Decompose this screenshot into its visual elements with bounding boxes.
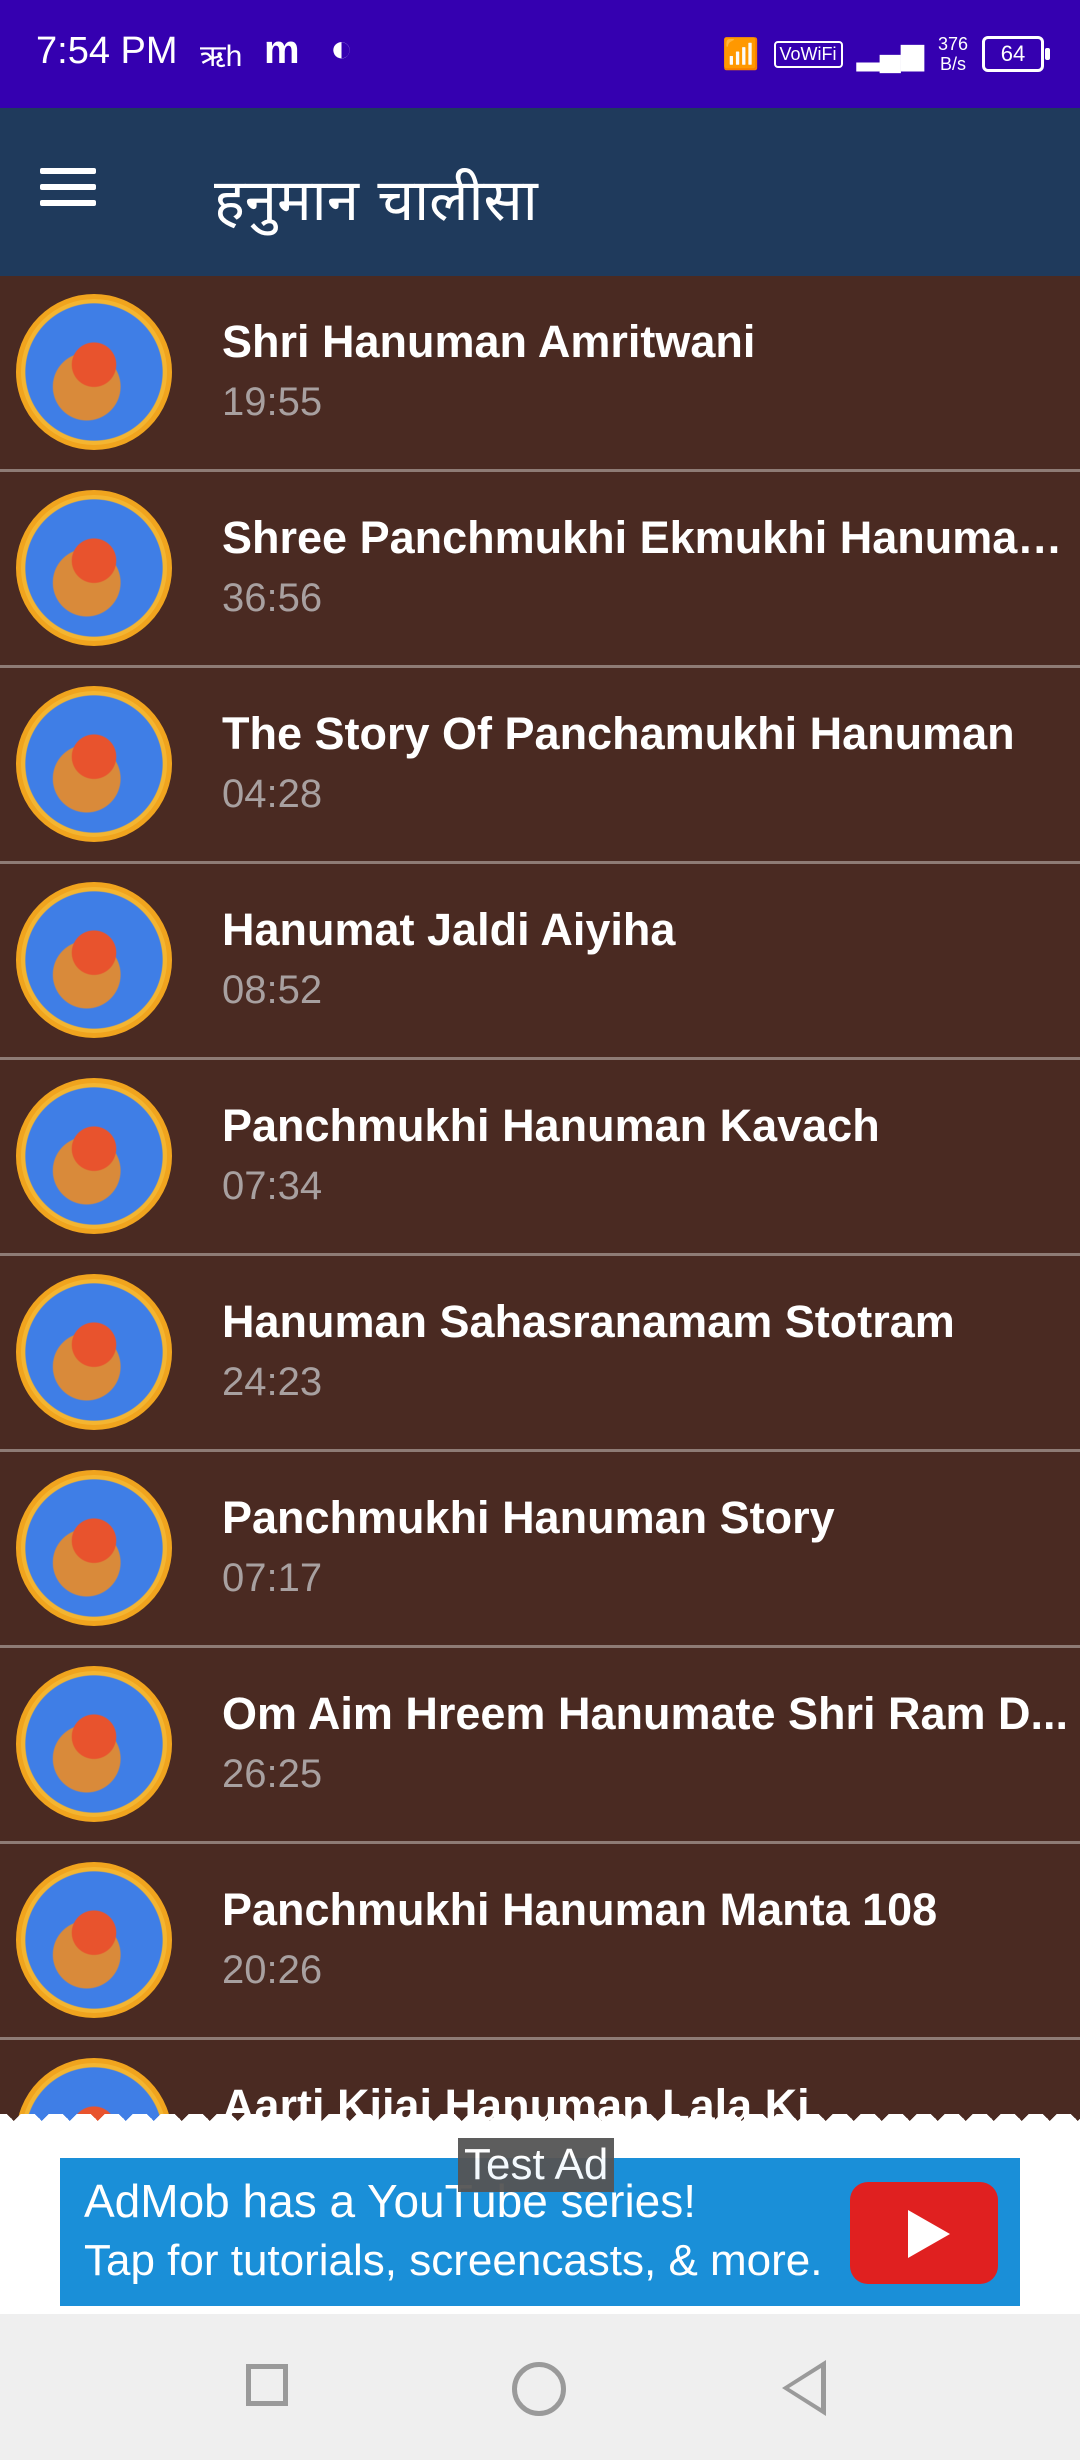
- hanuman-thumbnail: [16, 1666, 172, 1822]
- item-title: Hanumat Jaldi Aiyiha: [222, 904, 676, 955]
- notification-icon: ◐: [330, 28, 353, 70]
- list-item[interactable]: The Story Of Panchamukhi Hanuman 04:28: [0, 668, 1080, 864]
- back-button[interactable]: [782, 2360, 826, 2416]
- system-nav-bar: [0, 2314, 1080, 2460]
- list-item[interactable]: Hanuman Sahasranamam Stotram 24:23: [0, 1256, 1080, 1452]
- menu-button[interactable]: [40, 160, 128, 224]
- item-title: Panchmukhi Hanuman Story: [222, 1492, 835, 1543]
- recent-apps-button[interactable]: [246, 2364, 288, 2406]
- list-item[interactable]: Panchmukhi Hanuman Story 07:17: [0, 1452, 1080, 1648]
- hanuman-thumbnail: [16, 294, 172, 450]
- list-item[interactable]: Shri Hanuman Amritwani 19:55: [0, 276, 1080, 472]
- notification-icon: ऋh: [200, 40, 243, 73]
- item-title: Panchmukhi Hanuman Manta 108: [222, 1884, 938, 1935]
- hanuman-thumbnail: [16, 1470, 172, 1626]
- youtube-play-icon: [850, 2182, 998, 2284]
- list-item[interactable]: Panchmukhi Hanuman Manta 108 20:26: [0, 1844, 1080, 2040]
- app-bar: हनुमान चालीसा: [0, 108, 1080, 276]
- wifi-icon: 📶: [722, 37, 760, 71]
- hanuman-thumbnail: [16, 686, 172, 842]
- status-bar: 7:54 PM ऋh m ◐ 📶 VoWiFi ▂▄▆ 376 B/s 64: [0, 0, 1080, 108]
- home-button[interactable]: [512, 2362, 566, 2416]
- list-item[interactable]: Panchmukhi Hanuman Kavach 07:34: [0, 1060, 1080, 1256]
- battery-icon: 64: [982, 36, 1050, 72]
- item-duration: 07:17: [222, 1556, 323, 1600]
- test-ad-badge: Test Ad: [458, 2138, 615, 2192]
- item-duration: 24:23: [222, 1360, 323, 1404]
- item-duration: 08:52: [222, 968, 323, 1012]
- item-title: Shri Hanuman Amritwani: [222, 316, 756, 367]
- hanuman-thumbnail: [16, 1078, 172, 1234]
- hanuman-thumbnail: [16, 490, 172, 646]
- vowifi-icon: VoWiFi: [773, 40, 843, 68]
- item-title: Hanuman Sahasranamam Stotram: [222, 1296, 955, 1347]
- hanuman-thumbnail: [16, 1862, 172, 2018]
- signal-icon: ▂▄▆: [856, 37, 924, 71]
- item-duration: 26:25: [222, 1752, 323, 1796]
- item-title: Panchmukhi Hanuman Kavach: [222, 1100, 880, 1151]
- list-item[interactable]: Hanumat Jaldi Aiyiha 08:52: [0, 864, 1080, 1060]
- notification-icon: m: [264, 28, 300, 72]
- audio-list[interactable]: Shri Hanuman Amritwani 19:55 Shree Panch…: [0, 276, 1080, 2128]
- ad-edge: [0, 2114, 1080, 2128]
- ad-subline: Tap for tutorials, screencasts, & more.: [84, 2236, 823, 2285]
- list-item[interactable]: Shree Panchmukhi Ekmukhi Hanuman... 36:5…: [0, 472, 1080, 668]
- hanuman-thumbnail: [16, 882, 172, 1038]
- network-speed: 376 B/s: [937, 34, 968, 74]
- status-time: 7:54 PM: [36, 30, 178, 72]
- hamburger-icon: [40, 168, 96, 174]
- item-title: The Story Of Panchamukhi Hanuman: [222, 708, 1015, 759]
- item-duration: 04:28: [222, 772, 323, 816]
- item-title: Shree Panchmukhi Ekmukhi Hanuman...: [222, 512, 1080, 563]
- list-item[interactable]: Om Aim Hreem Hanumate Shri Ram D... 26:2…: [0, 1648, 1080, 1844]
- item-duration: 19:55: [222, 380, 323, 424]
- hanuman-thumbnail: [16, 1274, 172, 1430]
- status-indicators: 📶 VoWiFi ▂▄▆ 376 B/s 64: [722, 28, 1050, 80]
- item-duration: 07:34: [222, 1164, 323, 1208]
- item-title: Om Aim Hreem Hanumate Shri Ram D...: [222, 1688, 1069, 1739]
- item-duration: 20:26: [222, 1948, 323, 1992]
- page-title: हनुमान चालीसा: [214, 166, 538, 234]
- item-duration: 36:56: [222, 576, 323, 620]
- ad-container: AdMob has a YouTube series! Tap for tuto…: [0, 2114, 1080, 2314]
